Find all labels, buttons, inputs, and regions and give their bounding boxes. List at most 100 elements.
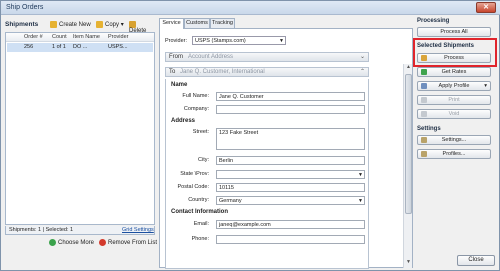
phone-label: Phone:	[191, 236, 209, 242]
state-select[interactable]: ▼	[216, 170, 365, 179]
column-header[interactable]: Count	[52, 34, 67, 40]
column-header[interactable]: Order #	[24, 34, 43, 40]
apply-profile-button[interactable]: Apply Profile ▾	[417, 81, 491, 91]
print-label: Print	[448, 97, 460, 103]
table-row[interactable]: 256 1 of 1 DO ... USPS...	[7, 43, 153, 52]
from-value: Account Address	[188, 54, 234, 60]
to-section[interactable]: To Jane Q. Customer, International ⌃	[165, 67, 369, 77]
service-panel: Provider: USPS (Stamps.com) ▼ From Accou…	[159, 28, 413, 269]
provider-select[interactable]: USPS (Stamps.com) ▼	[192, 36, 286, 45]
chevron-down-icon: ▼	[358, 198, 363, 204]
remove-icon	[99, 239, 106, 246]
expand-icon[interactable]: ⌄	[360, 53, 365, 60]
grid-settings-link[interactable]: Grid Settings	[122, 227, 154, 233]
window-title: Ship Orders	[6, 4, 44, 11]
email-field[interactable]: janeq@example.com	[216, 220, 365, 229]
window-close-button[interactable]: ✕	[476, 2, 496, 13]
postal-code-field[interactable]: 10115	[216, 183, 365, 192]
copy-icon	[96, 21, 103, 28]
grid-header: Order # Count Item Name Provider	[6, 33, 154, 42]
address-section-title: Address	[171, 118, 196, 124]
get-rates-label: Get Rates	[441, 69, 467, 75]
postal-code-label: Postal Code:	[177, 184, 210, 190]
void-label: Void	[448, 111, 460, 117]
company-label: Company:	[183, 106, 209, 112]
count-cell: 1 of 1	[52, 44, 66, 50]
item-name-cell: DO ...	[73, 44, 88, 50]
tab-tracking[interactable]: Tracking	[210, 18, 235, 28]
order-number-cell: 256	[24, 44, 34, 50]
provider-cell: USPS...	[108, 44, 128, 50]
selection-status: Shipments: 1 | Selected: 1	[9, 227, 74, 233]
chevron-down-icon: ▾	[484, 83, 487, 89]
shipments-toolbar: Shipments Create New Copy ▾ Delete	[5, 18, 155, 34]
apply-profile-label: Apply Profile	[438, 83, 470, 89]
selected-shipments-highlight	[413, 38, 497, 67]
column-header[interactable]: Item Name	[73, 34, 100, 40]
settings-label: Settings...	[441, 137, 467, 143]
chevron-down-icon: ▾	[120, 22, 124, 29]
provider-label: Provider:	[165, 38, 188, 44]
processing-header: Processing	[417, 18, 450, 24]
settings-icon	[421, 137, 427, 143]
create-new-icon	[50, 21, 57, 28]
choose-more-icon	[49, 239, 56, 246]
street-field[interactable]: 123 Fake Street	[216, 128, 365, 150]
to-value: Jane Q. Customer, International	[180, 69, 265, 75]
city-field[interactable]: Berlin	[216, 156, 365, 165]
from-label: From	[169, 54, 183, 60]
print-icon	[421, 97, 427, 103]
collapse-icon[interactable]: ⌃	[360, 68, 365, 75]
scroll-thumb[interactable]	[405, 74, 412, 214]
close-button[interactable]: Close	[457, 255, 495, 266]
name-section-title: Name	[171, 82, 188, 88]
settings-header: Settings	[417, 126, 441, 132]
to-label: To	[169, 69, 176, 75]
process-all-button[interactable]: Process All	[417, 27, 491, 37]
provider-value: USPS (Stamps.com)	[195, 38, 246, 44]
profiles-button[interactable]: Profiles...	[417, 149, 491, 159]
get-rates-button[interactable]: Get Rates	[417, 67, 491, 77]
grid-footer: Shipments: 1 | Selected: 1 Grid Settings	[5, 226, 155, 235]
shipments-grid[interactable]: Order # Count Item Name Provider 256 1 o…	[5, 32, 155, 225]
form-scrollbar[interactable]: ▲ ▼	[403, 64, 412, 268]
full-name-label: Full Name:	[182, 93, 209, 99]
get-rates-icon	[421, 69, 427, 75]
contact-section-title: Contact Information	[171, 209, 228, 215]
phone-field[interactable]	[216, 235, 365, 244]
print-button[interactable]: Print	[417, 95, 491, 105]
state-label: State \Prov:	[180, 171, 209, 177]
tab-customs[interactable]: Customs	[184, 18, 210, 28]
country-label: Country:	[188, 197, 209, 203]
remove-from-list-button[interactable]: Remove From List	[99, 239, 157, 246]
country-select[interactable]: Germany ▼	[216, 196, 365, 205]
scroll-down-arrow-icon[interactable]: ▼	[404, 259, 413, 267]
choose-more-button[interactable]: Choose More	[49, 239, 94, 246]
country-value: Germany	[219, 198, 242, 204]
tab-service[interactable]: Service	[159, 18, 184, 29]
void-icon	[421, 111, 427, 117]
ship-orders-window: Ship Orders ✕ Shipments Create New Copy …	[0, 0, 500, 271]
profiles-label: Profiles...	[442, 151, 466, 157]
street-label: Street:	[192, 129, 209, 135]
apply-profile-icon	[421, 83, 427, 89]
choose-more-label: Choose More	[58, 240, 95, 247]
create-new-label: Create New	[59, 22, 91, 29]
full-name-field[interactable]: Jane Q. Customer	[216, 92, 365, 101]
column-header[interactable]: Provider	[108, 34, 128, 40]
chevron-down-icon: ▼	[279, 38, 284, 44]
copy-button[interactable]: Copy ▾	[96, 21, 124, 28]
shipments-header: Shipments	[5, 21, 39, 28]
scroll-up-arrow-icon[interactable]: ▲	[404, 64, 413, 72]
settings-button[interactable]: Settings...	[417, 135, 491, 145]
address-form: Name Full Name: Jane Q. Customer Company…	[165, 79, 369, 269]
chevron-down-icon: ▼	[358, 172, 363, 178]
email-label: Email:	[193, 221, 209, 227]
from-section[interactable]: From Account Address ⌄	[165, 52, 369, 62]
delete-icon	[129, 21, 136, 28]
company-field[interactable]	[216, 105, 365, 114]
create-new-button[interactable]: Create New	[50, 21, 91, 28]
remove-from-list-label: Remove From List	[108, 240, 158, 247]
void-button[interactable]: Void	[417, 109, 491, 119]
title-bar: Ship Orders ✕	[1, 1, 500, 15]
